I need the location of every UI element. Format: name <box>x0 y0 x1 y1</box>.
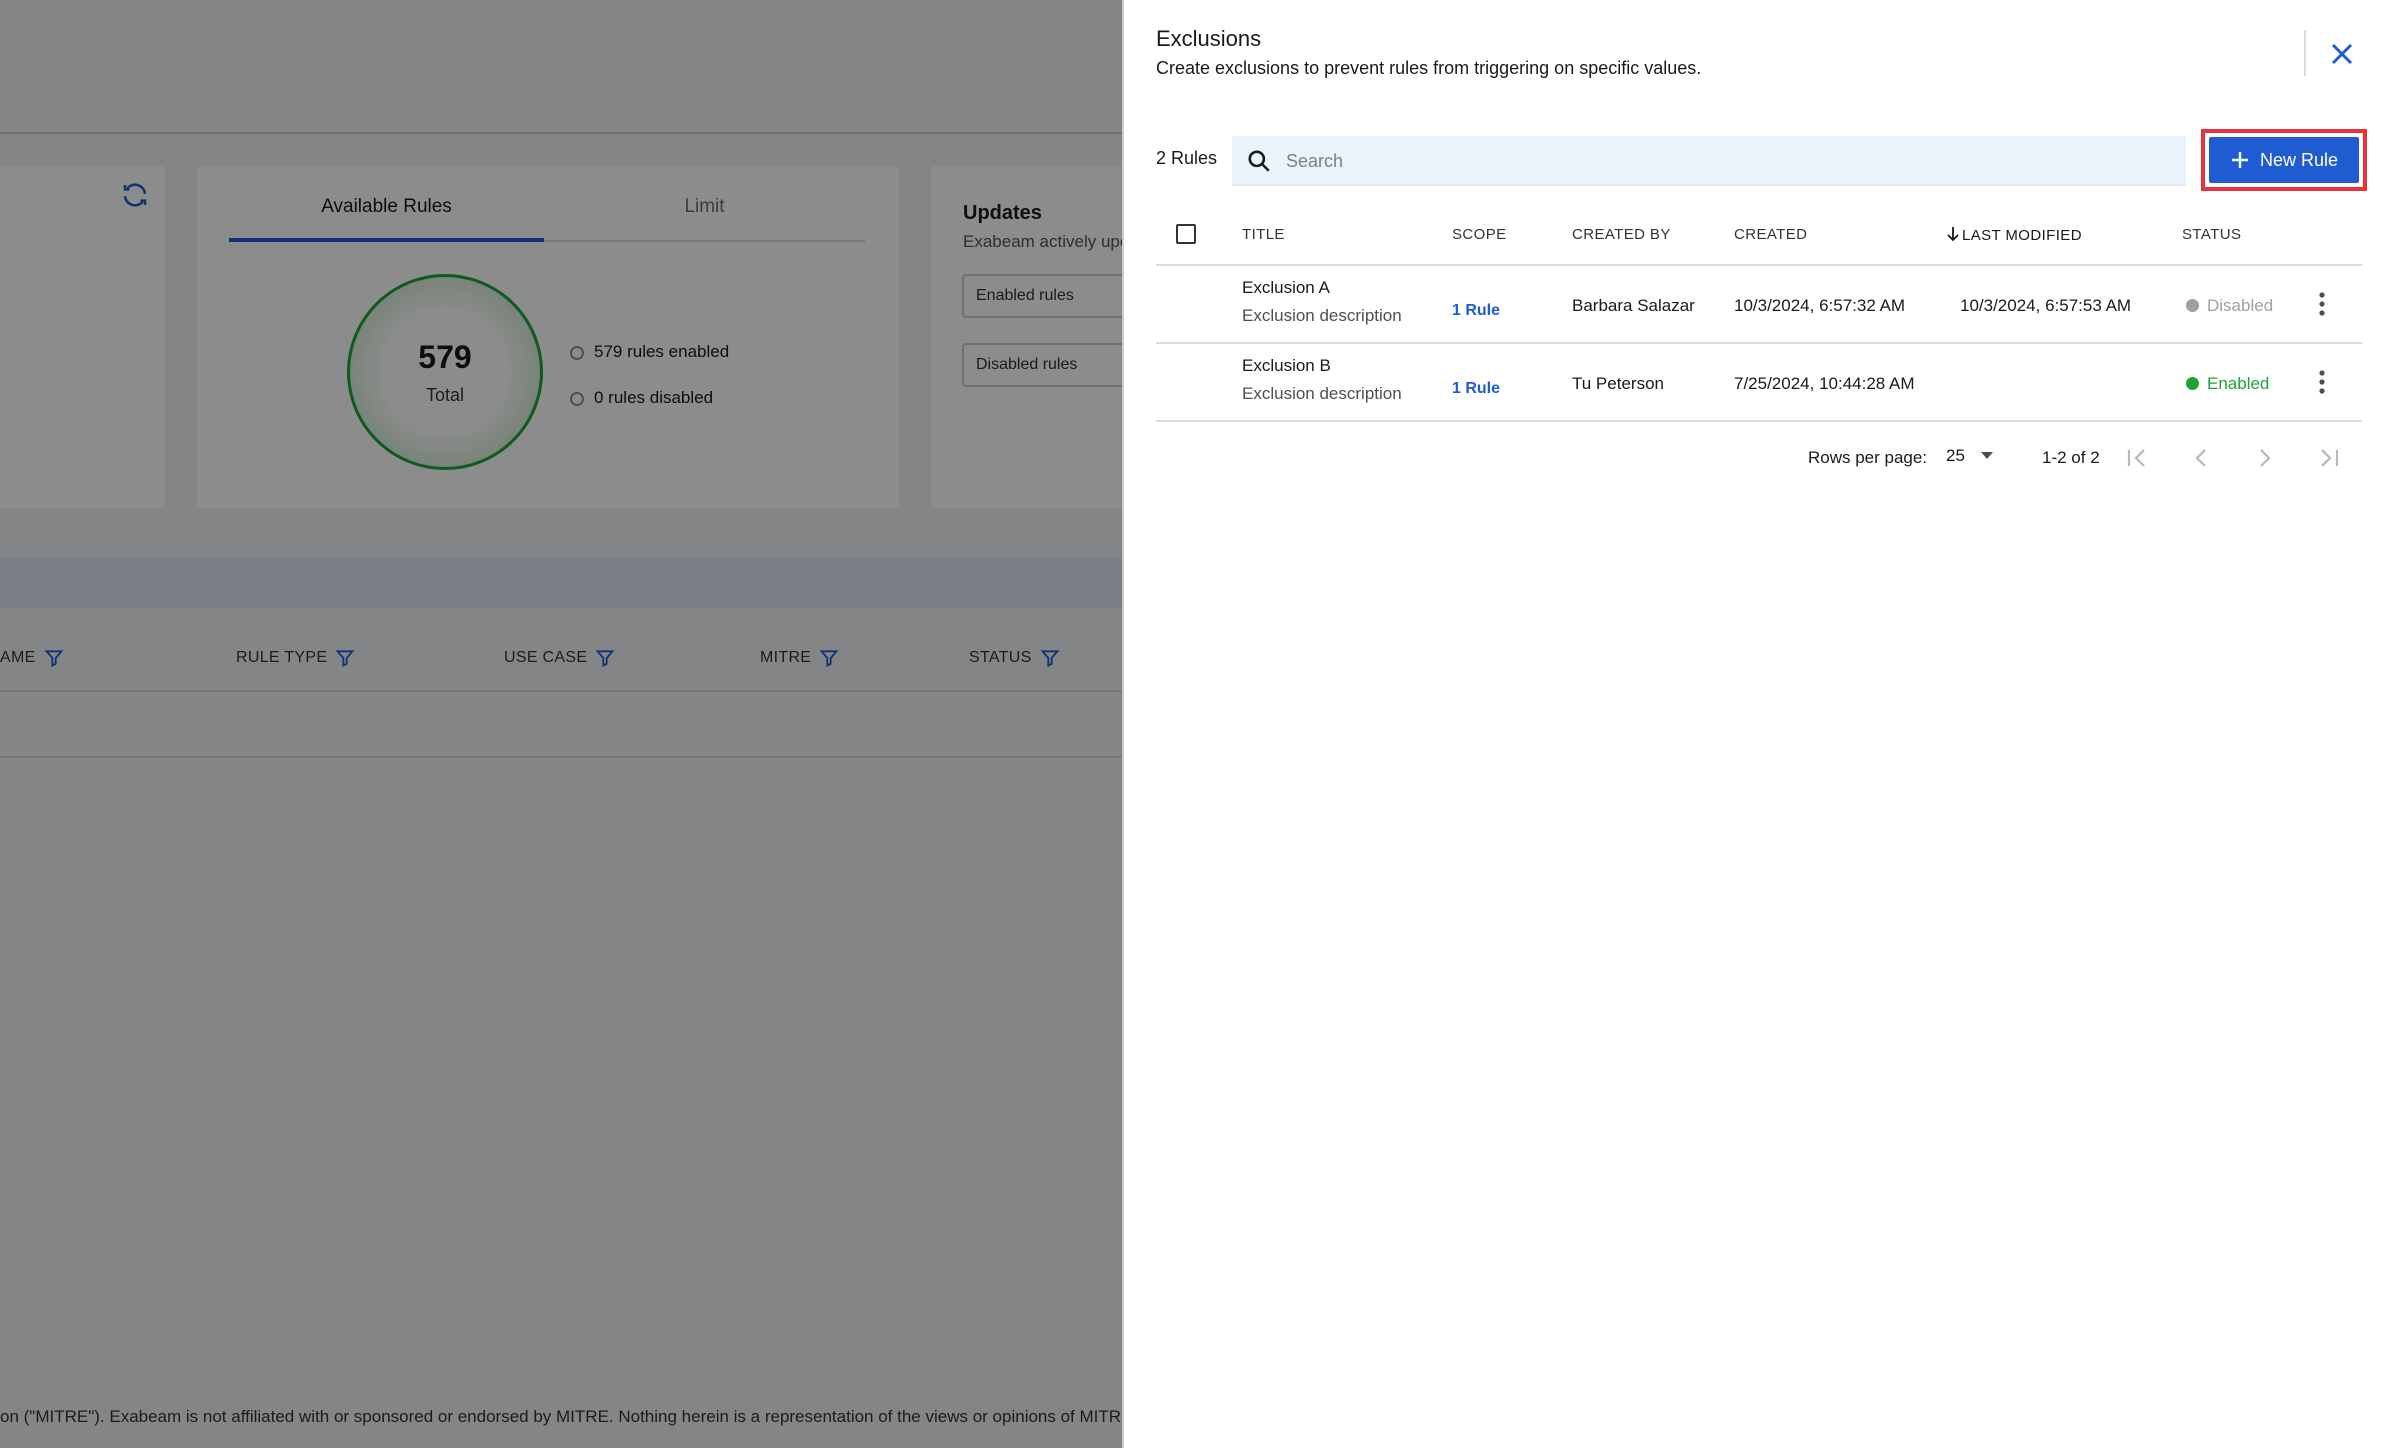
table-header: TITLE SCOPE CREATED BY CREATED LAST MODI… <box>1156 204 2362 266</box>
row-description: Exclusion description <box>1242 384 1402 403</box>
status-badge: Disabled <box>2186 296 2273 316</box>
scope-link[interactable]: 1 Rule <box>1452 380 1500 398</box>
more-options-icon[interactable] <box>2312 368 2332 396</box>
status-dot-icon <box>2186 299 2199 312</box>
search-field[interactable] <box>1232 136 2186 186</box>
last-page-icon[interactable] <box>2312 438 2346 478</box>
row-created-by: Barbara Salazar <box>1572 296 1695 315</box>
col-last-modified[interactable]: LAST MODIFIED <box>1946 226 2082 244</box>
rows-per-page-value: 25 <box>1946 446 1965 465</box>
more-options-icon[interactable] <box>2312 290 2332 318</box>
col-created-by[interactable]: CREATED BY <box>1572 226 1671 243</box>
prev-page-icon[interactable] <box>2184 438 2218 478</box>
col-last-modified-label: LAST MODIFIED <box>1962 227 2082 244</box>
exclusions-drawer: Exclusions Create exclusions to prevent … <box>1122 0 2384 1448</box>
col-scope[interactable]: SCOPE <box>1452 226 1507 243</box>
drawer-subtitle: Create exclusions to prevent rules from … <box>1156 58 1702 78</box>
row-description: Exclusion description <box>1242 306 1402 325</box>
status-dot-icon <box>2186 377 2199 390</box>
row-created-by: Tu Peterson <box>1572 374 1664 393</box>
close-icon[interactable] <box>2322 34 2362 74</box>
new-rule-highlight: New Rule <box>2201 129 2367 191</box>
status-label: Enabled <box>2207 374 2270 393</box>
rows-per-page-label: Rows per page: <box>1808 448 1928 467</box>
next-page-icon[interactable] <box>2248 438 2282 478</box>
search-icon <box>1248 150 1270 172</box>
select-all-checkbox[interactable] <box>1176 224 1196 244</box>
status-badge: Enabled <box>2186 374 2269 394</box>
drawer-title: Exclusions <box>1156 26 1262 51</box>
table-row[interactable]: Exclusion A Exclusion description 1 Rule… <box>1156 266 2362 344</box>
sort-desc-icon <box>1947 227 1959 242</box>
search-input[interactable] <box>1284 136 2168 186</box>
row-last-modified: 10/3/2024, 6:57:53 AM <box>1960 296 2132 315</box>
table-row[interactable]: Exclusion B Exclusion description 1 Rule… <box>1156 344 2362 422</box>
modal-overlay[interactable] <box>0 0 1122 1448</box>
row-created: 10/3/2024, 6:57:32 AM <box>1734 296 1906 315</box>
row-title: Exclusion A <box>1242 278 1330 297</box>
col-status[interactable]: STATUS <box>2182 226 2241 243</box>
row-title: Exclusion B <box>1242 356 1331 375</box>
scope-link[interactable]: 1 Rule <box>1452 302 1500 320</box>
chevron-down-icon <box>1980 452 1993 459</box>
status-label: Disabled <box>2207 296 2274 315</box>
header-divider <box>2304 30 2306 76</box>
rows-per-page-select[interactable]: 25 <box>1946 446 1994 486</box>
plus-icon <box>2231 152 2248 168</box>
new-rule-label: New Rule <box>2259 149 2339 170</box>
col-title[interactable]: TITLE <box>1242 226 1285 243</box>
row-created: 7/25/2024, 10:44:28 AM <box>1734 374 1915 393</box>
rules-count: 2 Rules <box>1156 148 1218 168</box>
new-rule-button[interactable]: New Rule <box>2209 137 2359 183</box>
col-created[interactable]: CREATED <box>1734 226 1807 243</box>
first-page-icon[interactable] <box>2120 438 2154 478</box>
page-range: 1-2 of 2 <box>2042 448 2100 467</box>
